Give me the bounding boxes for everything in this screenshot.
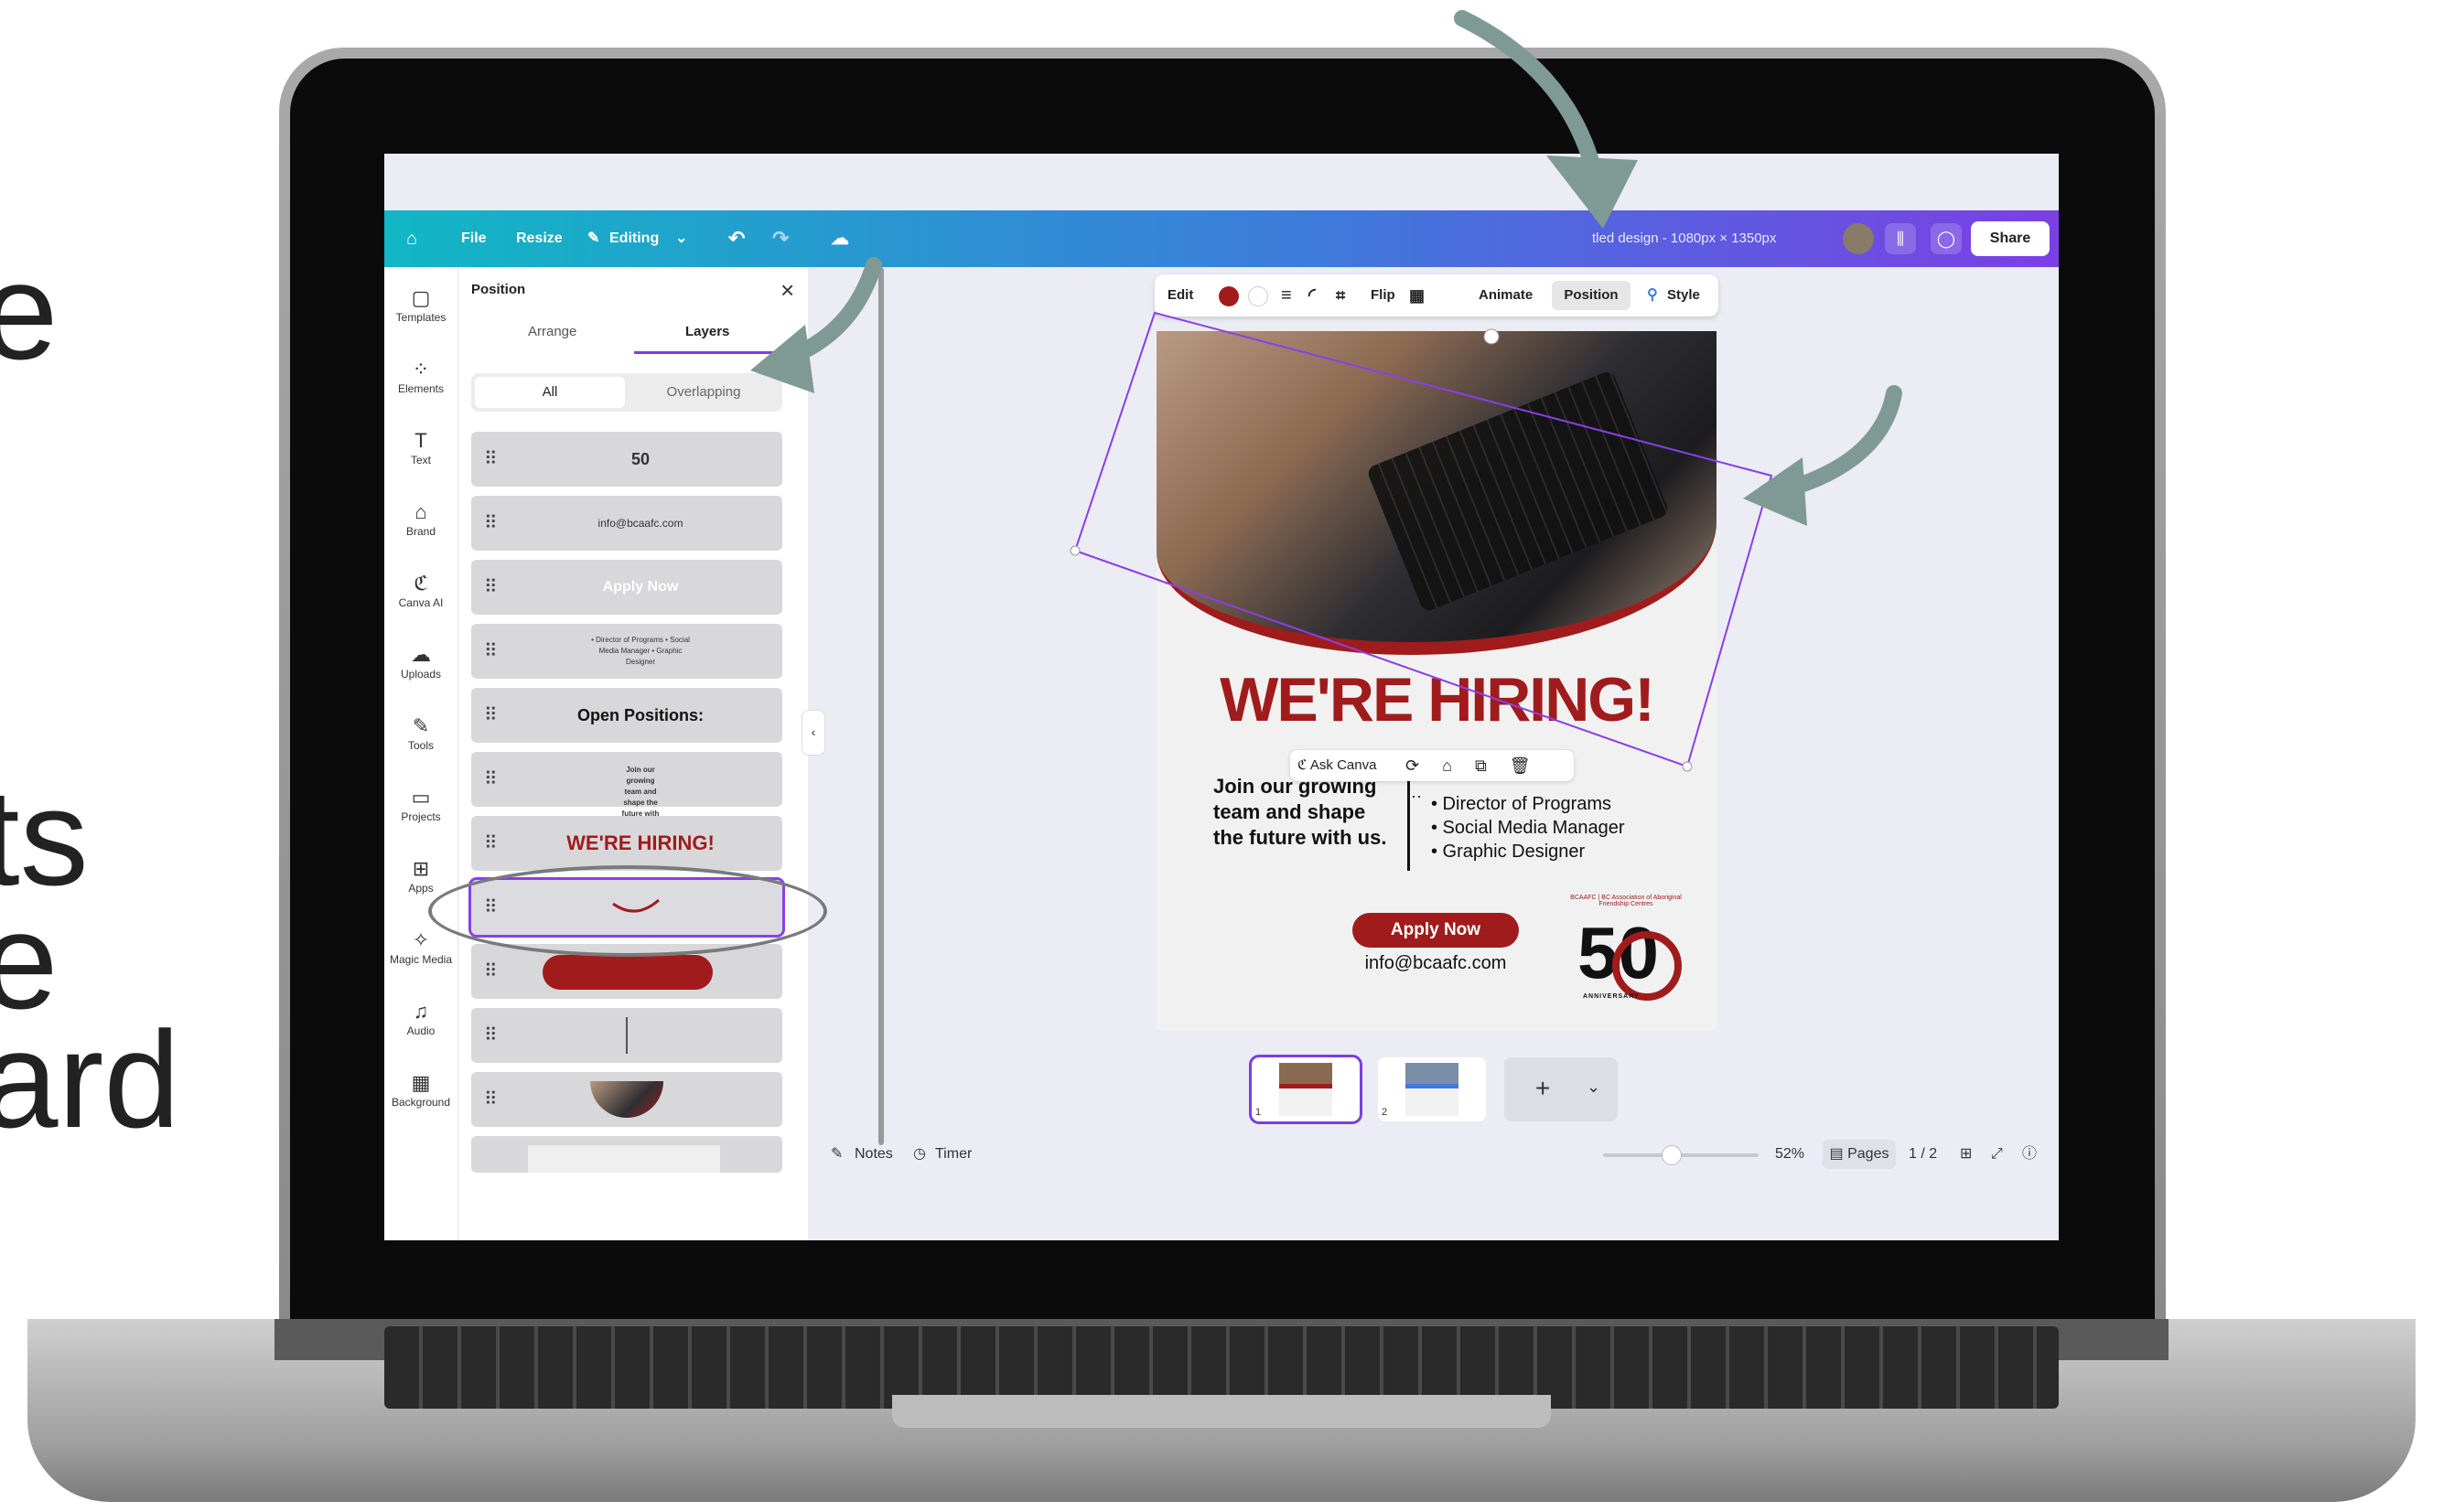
arrowhead-3 [1743,457,1807,526]
arrowhead-1 [1546,155,1638,229]
arrowhead-2 [750,325,814,393]
annotation-arrows [750,10,1902,526]
